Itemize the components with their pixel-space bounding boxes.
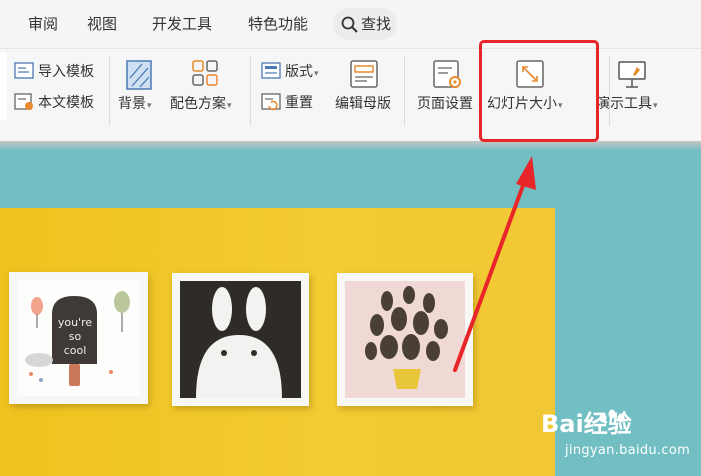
ribbon-separator	[404, 56, 405, 126]
red-arrow-annotation	[453, 156, 536, 372]
reset-icon	[261, 93, 281, 111]
picture-frame-cool: you're so cool	[9, 272, 148, 404]
ribbon-separator	[609, 56, 610, 126]
presentation-tools-label: 演示工具	[596, 96, 652, 112]
ribbon-separator	[109, 56, 110, 126]
edit-master-icon	[350, 60, 378, 88]
import-template-icon	[14, 62, 34, 79]
background-label: 背景	[118, 96, 146, 112]
color-scheme-icon	[192, 60, 218, 86]
menu-view[interactable]: 视图	[87, 13, 117, 34]
watermark-brand: Bai经验	[541, 410, 632, 438]
menu-special-features[interactable]: 特色功能	[248, 13, 308, 34]
background-icon	[126, 60, 152, 90]
chevron-down-icon: ▾	[147, 101, 152, 111]
ribbon-shadow	[0, 141, 701, 151]
watermark-url: jingyan.baidu.com	[565, 443, 691, 458]
search-icon	[341, 16, 358, 33]
page-setup-button[interactable]: 页面设置	[417, 96, 473, 112]
layout-label: 版式	[285, 64, 313, 80]
color-scheme-label: 配色方案	[170, 96, 226, 112]
background-button[interactable]: 背景▾	[118, 96, 152, 114]
ribbon-left-edge	[0, 52, 7, 120]
frame-text-so: so	[68, 330, 82, 343]
menu-review[interactable]: 审阅	[28, 13, 58, 34]
chevron-down-icon: ▾	[227, 101, 232, 111]
frame-text-youre: you're	[57, 316, 93, 329]
chevron-down-icon: ▾	[653, 101, 658, 111]
picture-frame-bunny	[172, 273, 309, 406]
reset-button[interactable]: 重置	[285, 95, 313, 111]
ribbon-separator	[250, 56, 251, 126]
slide-size-highlight-box	[479, 40, 599, 142]
frame-text-cool: cool	[63, 344, 87, 357]
baidu-paw-logo: Bai经验	[541, 409, 632, 438]
text-template-icon	[14, 93, 33, 110]
color-scheme-button[interactable]: 配色方案▾	[170, 96, 232, 114]
layout-icon	[261, 62, 281, 79]
page-setup-icon	[433, 60, 461, 88]
bunny-illustration	[180, 281, 301, 398]
menu-developer-tools[interactable]: 开发工具	[152, 13, 212, 34]
edit-master-button[interactable]: 编辑母版	[335, 96, 391, 112]
layout-button[interactable]: 版式▾	[285, 64, 319, 82]
presentation-tools-icon	[618, 61, 646, 88]
search-label: 查找	[361, 15, 392, 33]
presentation-tools-button[interactable]: 演示工具▾	[596, 96, 658, 114]
text-template-button[interactable]: 本文模板	[38, 95, 94, 111]
import-template-button[interactable]: 导入模板	[38, 64, 94, 80]
chevron-down-icon: ▾	[314, 69, 319, 79]
